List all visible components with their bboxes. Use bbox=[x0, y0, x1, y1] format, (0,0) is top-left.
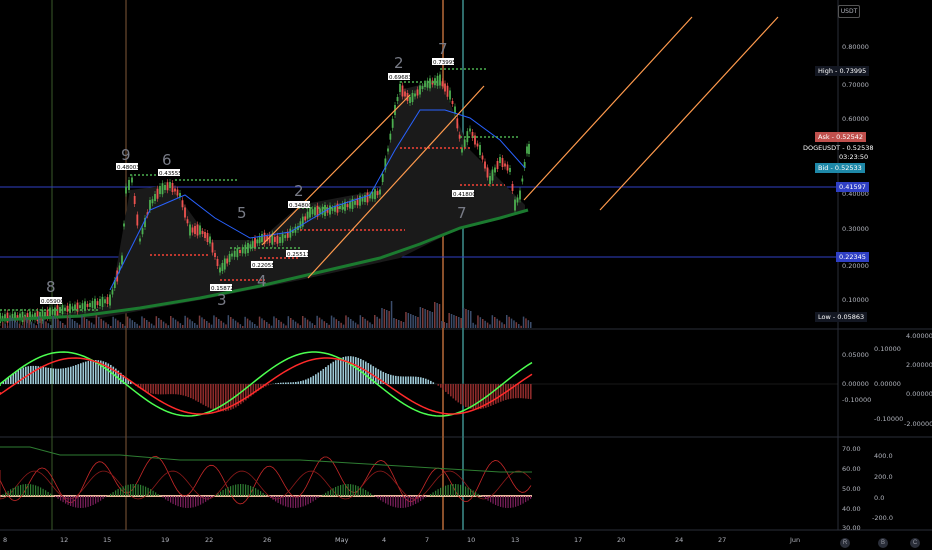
svg-text:0.00000: 0.00000 bbox=[874, 380, 901, 388]
svg-text:0.70000: 0.70000 bbox=[842, 81, 869, 89]
svg-text:0.43555: 0.43555 bbox=[159, 171, 182, 177]
bar-countdown: 03:23:50 bbox=[839, 153, 869, 161]
svg-text:0.05900: 0.05900 bbox=[41, 299, 64, 305]
svg-text:400.0: 400.0 bbox=[874, 452, 893, 460]
svg-text:6: 6 bbox=[162, 151, 172, 169]
svg-text:15: 15 bbox=[103, 536, 111, 544]
oscillator-panel[interactable] bbox=[0, 446, 532, 508]
svg-text:0.20000: 0.20000 bbox=[842, 262, 869, 270]
svg-text:2: 2 bbox=[294, 182, 304, 200]
svg-text:7: 7 bbox=[425, 536, 429, 544]
svg-text:10: 10 bbox=[467, 536, 475, 544]
svg-text:0.05000: 0.05000 bbox=[842, 351, 869, 359]
oscillator-axis: 70.00 60.00 50.00 40.00 30.00 400.0 200.… bbox=[842, 445, 893, 532]
svg-text:200.0: 200.0 bbox=[874, 473, 893, 481]
svg-text:-2.00000: -2.00000 bbox=[904, 420, 932, 428]
svg-text:May: May bbox=[335, 536, 349, 544]
svg-text:50.00: 50.00 bbox=[842, 485, 861, 493]
ask-price-label: Ask - 0.52542 bbox=[815, 132, 866, 142]
svg-text:-200.0: -200.0 bbox=[872, 514, 893, 522]
price-axis[interactable]: 0.80000 0.70000 0.60000 0.30000 0.20000 … bbox=[842, 43, 869, 304]
svg-text:30.00: 30.00 bbox=[842, 524, 861, 532]
svg-text:2.00000: 2.00000 bbox=[906, 361, 932, 369]
svg-text:5: 5 bbox=[237, 204, 247, 222]
level-price-label: 0.41597 bbox=[836, 182, 869, 192]
svg-text:4: 4 bbox=[257, 272, 267, 290]
svg-text:12: 12 bbox=[60, 536, 68, 544]
svg-text:8: 8 bbox=[46, 278, 56, 296]
config-button[interactable]: C bbox=[910, 538, 920, 548]
svg-text:0.00000: 0.00000 bbox=[906, 390, 932, 398]
bid-price-label: Bid - 0.52533 bbox=[815, 163, 865, 173]
svg-text:7: 7 bbox=[457, 204, 467, 222]
reset-button[interactable]: R bbox=[840, 538, 850, 548]
svg-text:4: 4 bbox=[382, 536, 386, 544]
svg-text:70.00: 70.00 bbox=[842, 445, 861, 453]
low-price-label: Low - 0.05863 bbox=[815, 312, 868, 322]
high-price-label: High - 0.73995 bbox=[815, 66, 870, 76]
svg-text:19: 19 bbox=[161, 536, 169, 544]
svg-text:60.00: 60.00 bbox=[842, 465, 861, 473]
svg-text:0.00000: 0.00000 bbox=[842, 380, 869, 388]
svg-text:0.60000: 0.60000 bbox=[842, 115, 869, 123]
svg-text:0.15872: 0.15872 bbox=[211, 286, 234, 292]
svg-text:22: 22 bbox=[205, 536, 213, 544]
svg-text:20: 20 bbox=[617, 536, 625, 544]
svg-text:2: 2 bbox=[394, 54, 404, 72]
currency-button[interactable]: USDT bbox=[838, 5, 860, 18]
svg-text:40.00: 40.00 bbox=[842, 505, 861, 513]
svg-text:3: 3 bbox=[217, 291, 227, 309]
svg-text:0.80000: 0.80000 bbox=[842, 43, 869, 51]
svg-text:27: 27 bbox=[718, 536, 726, 544]
svg-text:0.73995: 0.73995 bbox=[433, 60, 456, 66]
svg-text:0.0: 0.0 bbox=[874, 494, 884, 502]
svg-text:-0.10000: -0.10000 bbox=[842, 396, 871, 404]
time-axis[interactable]: 8 12 15 19 22 26 May 4 7 10 13 17 20 24 … bbox=[3, 536, 800, 544]
level-price-label: 0.22345 bbox=[836, 252, 869, 262]
svg-text:4.00000: 4.00000 bbox=[906, 332, 932, 340]
svg-text:13: 13 bbox=[511, 536, 519, 544]
svg-text:Jun: Jun bbox=[789, 536, 800, 544]
svg-text:17: 17 bbox=[574, 536, 582, 544]
svg-text:0.10000: 0.10000 bbox=[842, 296, 869, 304]
svg-text:7: 7 bbox=[438, 40, 448, 58]
svg-text:9: 9 bbox=[121, 146, 131, 164]
svg-text:-0.10000: -0.10000 bbox=[874, 415, 903, 423]
svg-text:8: 8 bbox=[3, 536, 7, 544]
trading-chart[interactable]: 8 9 6 5 4 2 3 2 7 7 0.05900 0.48003 0.43… bbox=[0, 0, 932, 550]
svg-text:0.69683: 0.69683 bbox=[389, 75, 412, 81]
macd-axis: 0.05000 0.00000 -0.10000 0.10000 0.00000… bbox=[842, 332, 932, 428]
svg-text:0.25511: 0.25511 bbox=[287, 252, 310, 258]
svg-text:0.22055: 0.22055 bbox=[252, 263, 275, 269]
svg-text:24: 24 bbox=[675, 536, 683, 544]
svg-text:26: 26 bbox=[263, 536, 271, 544]
svg-text:0.10000: 0.10000 bbox=[874, 345, 901, 353]
svg-text:0.41800: 0.41800 bbox=[453, 192, 476, 198]
bars-button[interactable]: B bbox=[878, 538, 888, 548]
svg-text:0.30000: 0.30000 bbox=[842, 225, 869, 233]
svg-text:0.34800: 0.34800 bbox=[289, 203, 312, 209]
svg-text:0.48003: 0.48003 bbox=[117, 165, 140, 171]
